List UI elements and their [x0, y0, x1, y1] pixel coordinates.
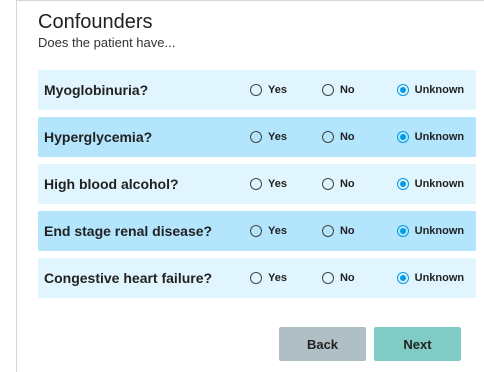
no-option[interactable]: No — [321, 225, 355, 237]
no-option[interactable]: No — [321, 272, 355, 284]
yes-option[interactable]: Yes — [250, 131, 287, 143]
yes-option[interactable]: Yes — [250, 225, 287, 237]
question-label: High blood alcohol? — [44, 176, 179, 192]
question-row-congestive-heart-failure: Congestive heart failure? Yes No Unknown — [38, 258, 476, 298]
question-label: Congestive heart failure? — [44, 270, 213, 286]
yes-option[interactable]: Yes — [250, 178, 287, 190]
unknown-label: Unknown — [414, 225, 465, 237]
question-label: Hyperglycemia? — [44, 129, 153, 145]
question-label: End stage renal disease? — [44, 223, 213, 239]
unknown-label: Unknown — [414, 178, 465, 190]
left-divider — [16, 0, 17, 372]
radio-selected-icon[interactable] — [396, 272, 409, 284]
unknown-label: Unknown — [414, 272, 465, 284]
question-row-myoglobinuria: Myoglobinuria? Yes No Unknown — [38, 70, 476, 110]
radio-unselected-icon[interactable] — [250, 84, 262, 96]
question-label: Myoglobinuria? — [44, 82, 149, 98]
no-label: No — [339, 272, 355, 284]
no-option[interactable]: No — [321, 84, 355, 96]
next-button[interactable]: Next — [374, 327, 461, 361]
yes-label: Yes — [268, 131, 287, 143]
unknown-label: Unknown — [414, 131, 465, 143]
unknown-option[interactable]: Unknown — [396, 272, 465, 284]
page-subtitle: Does the patient have... — [38, 35, 176, 50]
yes-label: Yes — [268, 178, 287, 190]
no-option[interactable]: No — [321, 178, 355, 190]
question-list: Myoglobinuria? Yes No Unknown Hyperglyce… — [38, 70, 476, 305]
question-row-high-blood-alcohol: High blood alcohol? Yes No Unknown — [38, 164, 476, 204]
top-divider — [16, 0, 484, 1]
radio-unselected-icon[interactable] — [321, 131, 334, 143]
page-title: Confounders — [38, 11, 153, 33]
radio-selected-icon[interactable] — [396, 131, 409, 143]
no-label: No — [339, 84, 355, 96]
radio-unselected-icon[interactable] — [321, 225, 334, 237]
yes-label: Yes — [268, 84, 287, 96]
unknown-option[interactable]: Unknown — [396, 178, 465, 190]
radio-unselected-icon[interactable] — [250, 131, 262, 143]
radio-unselected-icon[interactable] — [321, 178, 334, 190]
question-row-hyperglycemia: Hyperglycemia? Yes No Unknown — [38, 117, 476, 157]
unknown-option[interactable]: Unknown — [396, 131, 465, 143]
radio-unselected-icon[interactable] — [250, 272, 262, 284]
radio-unselected-icon[interactable] — [250, 178, 262, 190]
yes-label: Yes — [268, 225, 287, 237]
yes-option[interactable]: Yes — [250, 84, 287, 96]
radio-selected-icon[interactable] — [396, 225, 409, 237]
question-row-end-stage-renal-disease: End stage renal disease? Yes No Unknown — [38, 211, 476, 251]
radio-selected-icon[interactable] — [396, 178, 409, 190]
no-label: No — [339, 131, 355, 143]
radio-unselected-icon[interactable] — [250, 225, 262, 237]
yes-label: Yes — [268, 272, 287, 284]
unknown-option[interactable]: Unknown — [396, 84, 465, 96]
back-button[interactable]: Back — [279, 327, 366, 361]
radio-unselected-icon[interactable] — [321, 272, 334, 284]
unknown-label: Unknown — [414, 84, 465, 96]
unknown-option[interactable]: Unknown — [396, 225, 465, 237]
yes-option[interactable]: Yes — [250, 272, 287, 284]
radio-unselected-icon[interactable] — [321, 84, 334, 96]
no-label: No — [339, 178, 355, 190]
radio-selected-icon[interactable] — [396, 84, 409, 96]
no-label: No — [339, 225, 355, 237]
no-option[interactable]: No — [321, 131, 355, 143]
